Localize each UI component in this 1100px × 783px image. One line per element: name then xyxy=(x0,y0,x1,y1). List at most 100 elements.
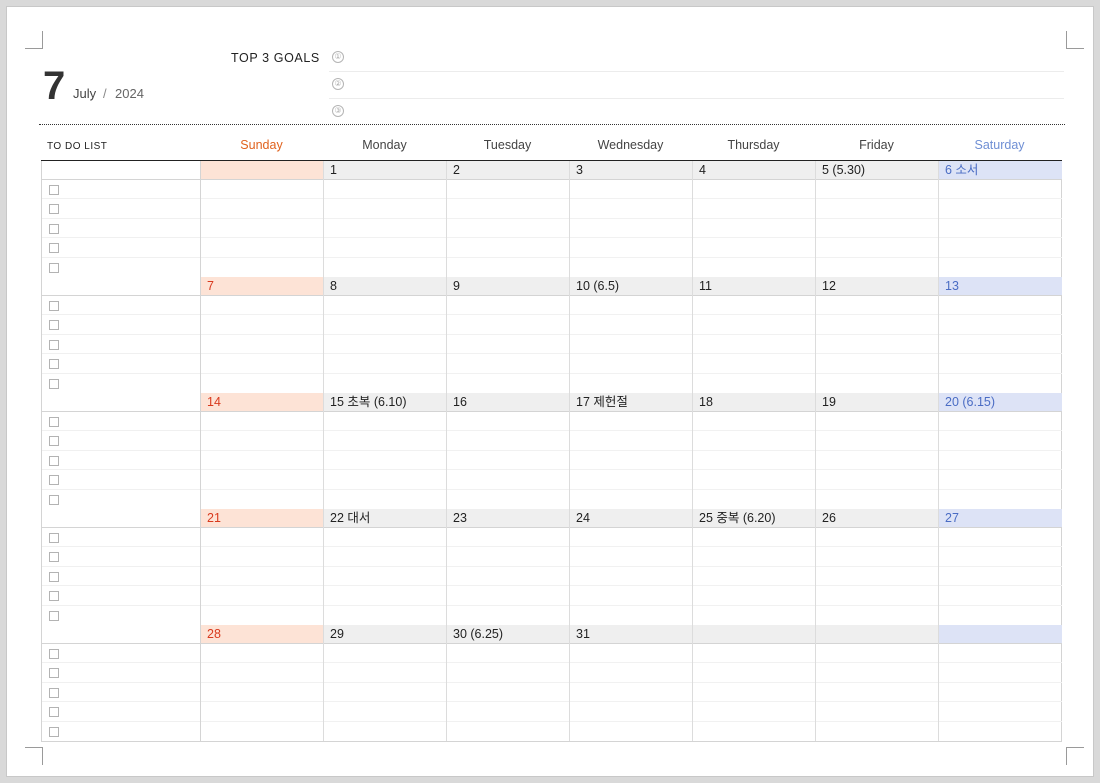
day-cell-sunday[interactable]: 14 xyxy=(201,393,324,509)
day-note-line[interactable] xyxy=(693,644,815,664)
todo-checkbox[interactable] xyxy=(49,668,59,679)
day-note-line[interactable] xyxy=(816,644,938,664)
day-cell-saturday[interactable]: 20 (6.15) xyxy=(939,393,1062,509)
day-note-line[interactable] xyxy=(816,374,938,393)
day-note-line[interactable] xyxy=(447,354,569,374)
day-note-line[interactable] xyxy=(939,528,1062,548)
day-note-line[interactable] xyxy=(816,683,938,703)
day-cell-friday[interactable]: 12 xyxy=(816,277,939,393)
day-note-line[interactable] xyxy=(447,547,569,567)
day-note-line[interactable] xyxy=(201,374,323,393)
day-note-line[interactable] xyxy=(201,683,323,703)
day-note-line[interactable] xyxy=(201,547,323,567)
day-note-line[interactable] xyxy=(447,335,569,355)
todo-item[interactable] xyxy=(42,722,200,741)
day-note-line[interactable] xyxy=(939,335,1062,355)
todo-checkbox[interactable] xyxy=(49,687,59,698)
day-note-line[interactable] xyxy=(693,354,815,374)
day-note-line[interactable] xyxy=(816,567,938,587)
day-note-line[interactable] xyxy=(570,490,692,509)
day-note-line[interactable] xyxy=(816,606,938,625)
day-note-line[interactable] xyxy=(939,238,1062,258)
day-note-line[interactable] xyxy=(570,547,692,567)
todo-item[interactable] xyxy=(42,547,200,567)
day-note-line[interactable] xyxy=(939,606,1062,625)
day-note-line[interactable] xyxy=(570,431,692,451)
day-note-line[interactable] xyxy=(447,644,569,664)
day-note-line[interactable] xyxy=(324,354,446,374)
todo-item[interactable] xyxy=(42,586,200,606)
day-note-line[interactable] xyxy=(693,374,815,393)
todo-item[interactable] xyxy=(42,258,200,277)
day-note-line[interactable] xyxy=(447,470,569,490)
day-note-line[interactable] xyxy=(939,586,1062,606)
day-cell-tuesday[interactable]: 23 xyxy=(447,509,570,625)
todo-item[interactable] xyxy=(42,451,200,471)
day-note-line[interactable] xyxy=(816,180,938,200)
day-note-line[interactable] xyxy=(201,180,323,200)
day-note-line[interactable] xyxy=(693,586,815,606)
day-note-line[interactable] xyxy=(693,258,815,277)
day-cell-sunday[interactable] xyxy=(201,161,324,277)
todo-item[interactable] xyxy=(42,238,200,258)
day-note-line[interactable] xyxy=(939,412,1062,432)
todo-checkbox[interactable] xyxy=(49,591,59,602)
day-note-line[interactable] xyxy=(816,528,938,548)
day-note-line[interactable] xyxy=(816,335,938,355)
day-note-line[interactable] xyxy=(324,296,446,316)
day-cell-thursday[interactable]: 18 xyxy=(693,393,816,509)
day-note-line[interactable] xyxy=(570,528,692,548)
day-note-line[interactable] xyxy=(693,470,815,490)
day-cell-saturday[interactable] xyxy=(939,625,1062,741)
day-note-line[interactable] xyxy=(201,431,323,451)
day-note-line[interactable] xyxy=(816,296,938,316)
day-note-line[interactable] xyxy=(939,702,1062,722)
day-cell-thursday[interactable]: 4 xyxy=(693,161,816,277)
day-note-line[interactable] xyxy=(447,180,569,200)
day-note-line[interactable] xyxy=(939,683,1062,703)
day-note-line[interactable] xyxy=(570,335,692,355)
todo-checkbox[interactable] xyxy=(49,571,59,582)
day-note-line[interactable] xyxy=(324,702,446,722)
day-note-line[interactable] xyxy=(816,238,938,258)
day-note-line[interactable] xyxy=(816,258,938,277)
day-note-line[interactable] xyxy=(816,451,938,471)
day-note-line[interactable] xyxy=(939,722,1062,741)
day-note-line[interactable] xyxy=(570,567,692,587)
day-note-line[interactable] xyxy=(693,296,815,316)
day-note-line[interactable] xyxy=(324,412,446,432)
day-cell-monday[interactable]: 29 xyxy=(324,625,447,741)
todo-item[interactable] xyxy=(42,702,200,722)
day-cell-friday[interactable]: 26 xyxy=(816,509,939,625)
day-note-line[interactable] xyxy=(939,258,1062,277)
day-note-line[interactable] xyxy=(201,722,323,741)
goal-line-1[interactable]: ① xyxy=(329,45,1064,72)
todo-item[interactable] xyxy=(42,431,200,451)
day-cell-thursday[interactable] xyxy=(693,625,816,741)
day-note-line[interactable] xyxy=(693,663,815,683)
day-note-line[interactable] xyxy=(693,335,815,355)
day-note-line[interactable] xyxy=(693,180,815,200)
day-note-line[interactable] xyxy=(447,663,569,683)
day-note-line[interactable] xyxy=(816,199,938,219)
day-cell-monday[interactable]: 15 초복 (6.10) xyxy=(324,393,447,509)
day-note-line[interactable] xyxy=(570,606,692,625)
todo-checkbox[interactable] xyxy=(49,243,59,254)
day-note-line[interactable] xyxy=(324,528,446,548)
day-note-line[interactable] xyxy=(816,219,938,239)
day-note-line[interactable] xyxy=(324,431,446,451)
day-note-line[interactable] xyxy=(324,180,446,200)
day-note-line[interactable] xyxy=(570,644,692,664)
day-note-line[interactable] xyxy=(939,547,1062,567)
day-note-line[interactable] xyxy=(324,586,446,606)
todo-item[interactable] xyxy=(42,644,200,664)
todo-checkbox[interactable] xyxy=(49,436,59,447)
todo-checkbox[interactable] xyxy=(49,610,59,621)
day-note-line[interactable] xyxy=(816,315,938,335)
day-note-line[interactable] xyxy=(570,238,692,258)
day-note-line[interactable] xyxy=(324,335,446,355)
todo-item[interactable] xyxy=(42,567,200,587)
day-note-line[interactable] xyxy=(201,586,323,606)
todo-checkbox[interactable] xyxy=(49,204,59,215)
day-note-line[interactable] xyxy=(447,315,569,335)
